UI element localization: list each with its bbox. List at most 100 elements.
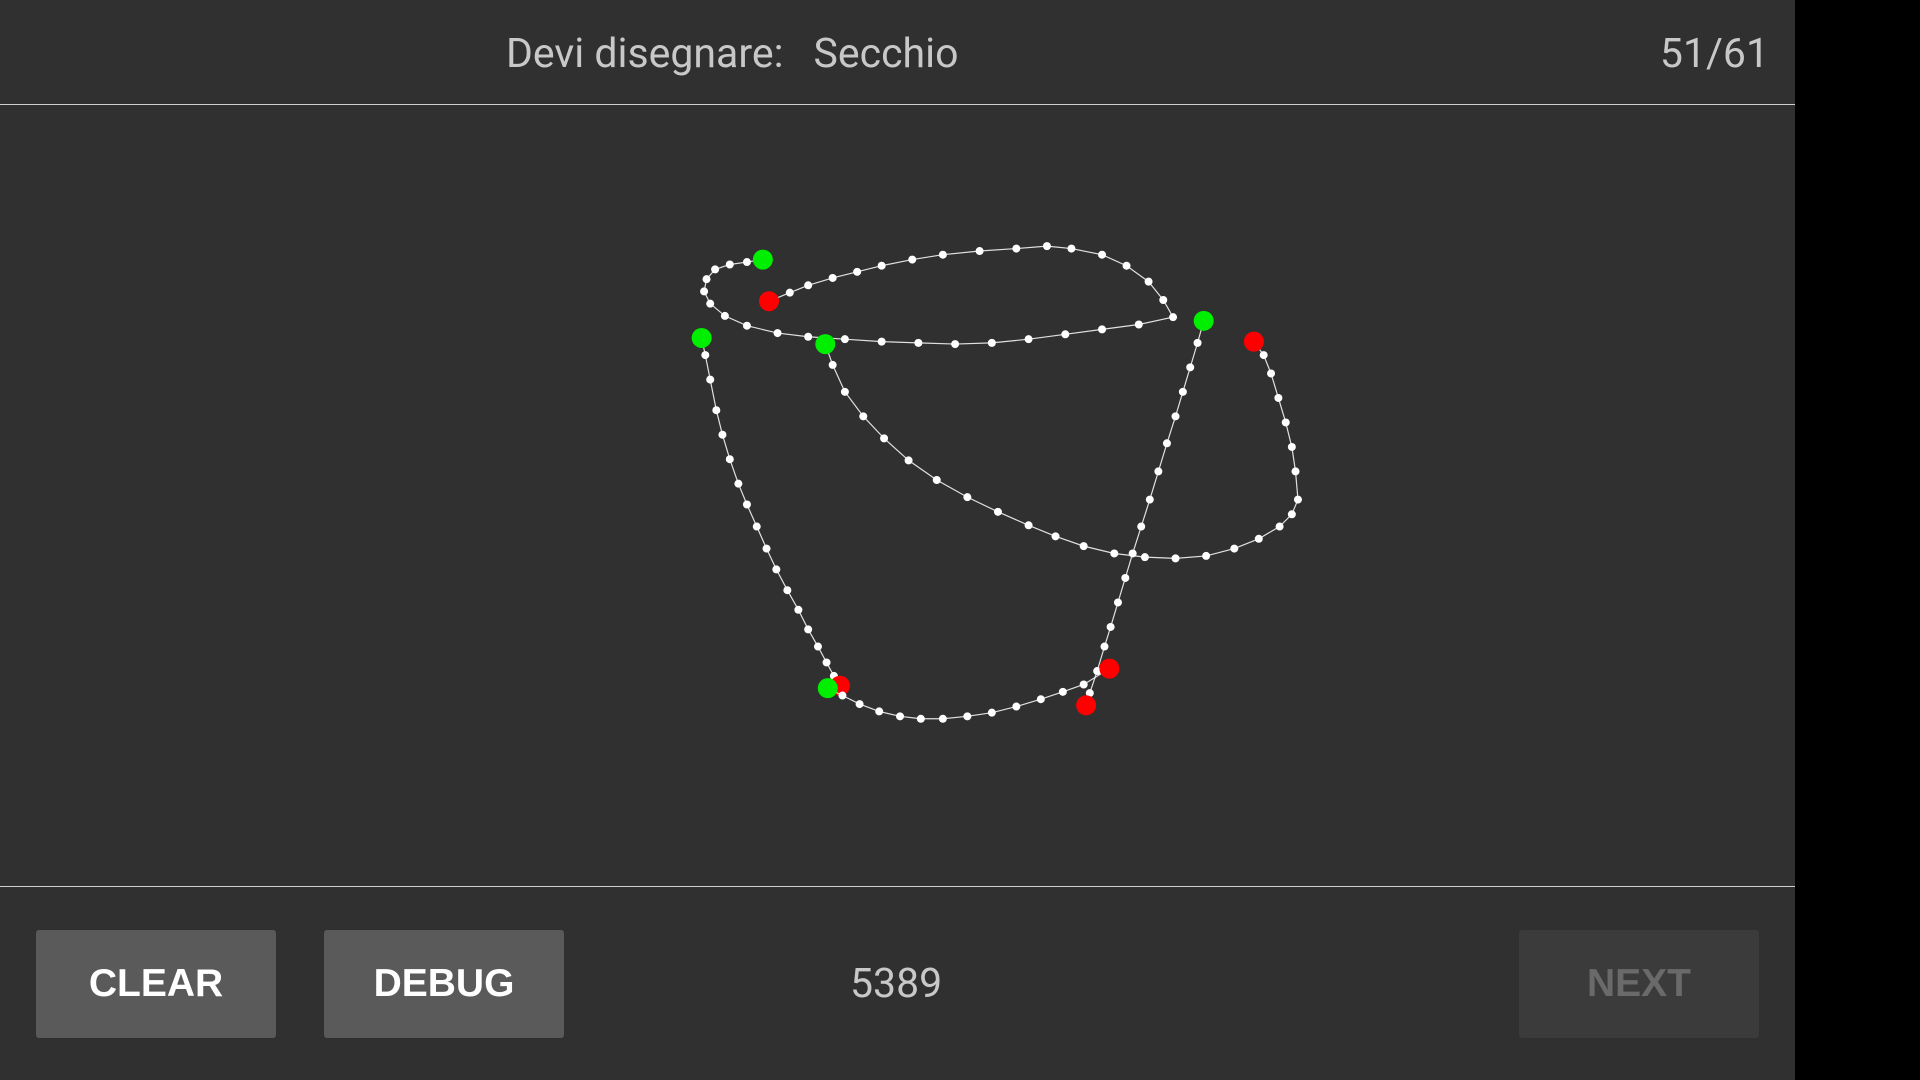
stroke-point bbox=[914, 338, 923, 347]
stroke-point bbox=[853, 267, 862, 276]
drawing-canvas[interactable] bbox=[0, 106, 1795, 887]
stroke-point bbox=[1162, 439, 1171, 448]
stroke-point bbox=[1012, 702, 1021, 711]
stroke-start-marker bbox=[1193, 310, 1214, 331]
stroke-point bbox=[975, 247, 984, 256]
drawing-prompt: Devi disegnare: Secchio bbox=[506, 0, 958, 108]
stroke-start-marker bbox=[691, 327, 712, 348]
stroke-point bbox=[1293, 495, 1302, 504]
stroke-point bbox=[1140, 553, 1149, 562]
stroke-point bbox=[1186, 363, 1195, 372]
stroke-point bbox=[1144, 277, 1153, 286]
stroke-point bbox=[1113, 598, 1122, 607]
stroke-point bbox=[932, 476, 941, 485]
stroke-point bbox=[838, 691, 847, 700]
stroke-point bbox=[752, 522, 761, 531]
stroke-point bbox=[720, 311, 729, 320]
stroke-point bbox=[1171, 412, 1180, 421]
stroke-point bbox=[896, 712, 905, 721]
footer-bar: CLEAR DEBUG 5389 NEXT bbox=[0, 886, 1795, 1080]
stroke-point bbox=[987, 708, 996, 717]
stroke-point bbox=[702, 275, 711, 284]
app-window: Devi disegnare: Secchio 51/61 CLEAR DEBUG… bbox=[0, 0, 1795, 1080]
stroke-point bbox=[742, 500, 751, 509]
stroke-point bbox=[1134, 320, 1143, 329]
stroke-start-marker bbox=[815, 334, 836, 355]
stroke-point bbox=[938, 714, 947, 723]
sketch-svg[interactable] bbox=[0, 106, 1795, 887]
stroke-point bbox=[908, 255, 917, 264]
stroke-point bbox=[1079, 542, 1088, 551]
stroke-point bbox=[1254, 534, 1263, 543]
stroke-end-marker bbox=[1099, 658, 1120, 679]
stroke-point bbox=[1281, 418, 1290, 427]
stroke-point bbox=[718, 430, 727, 439]
stroke-point bbox=[1267, 369, 1276, 378]
stroke-point bbox=[804, 281, 813, 290]
stroke-point bbox=[951, 340, 960, 349]
score-value: 5389 bbox=[850, 960, 943, 1008]
stroke-end-marker bbox=[758, 291, 779, 312]
stroke-point bbox=[1100, 642, 1109, 651]
stroke-point bbox=[804, 625, 813, 634]
stroke-point bbox=[785, 288, 794, 297]
stroke-point bbox=[1079, 680, 1088, 689]
stroke-point bbox=[963, 712, 972, 721]
prompt-label: Devi disegnare: bbox=[506, 30, 784, 78]
stroke-point bbox=[762, 544, 771, 553]
progress-counter: 51/61 bbox=[1659, 30, 1769, 78]
stroke-point bbox=[859, 412, 868, 421]
stroke-point bbox=[701, 351, 710, 360]
stroke-point bbox=[1024, 521, 1033, 530]
stroke-point bbox=[828, 273, 837, 282]
stroke-point bbox=[1274, 393, 1283, 402]
stroke-point bbox=[804, 332, 813, 341]
stroke-point bbox=[1098, 250, 1107, 259]
stroke-point bbox=[1122, 261, 1131, 270]
stroke-point bbox=[1230, 544, 1239, 553]
stroke-point bbox=[1154, 467, 1163, 476]
stroke-point bbox=[904, 456, 913, 465]
stroke-point bbox=[1036, 695, 1045, 704]
stroke-point bbox=[880, 434, 889, 443]
stroke-point bbox=[773, 329, 782, 338]
stroke-point bbox=[1098, 325, 1107, 334]
stroke-point bbox=[711, 265, 720, 274]
stroke-point bbox=[1128, 549, 1137, 558]
stroke-point bbox=[840, 387, 849, 396]
stroke-point bbox=[1171, 554, 1180, 563]
clear-button[interactable]: CLEAR bbox=[36, 930, 276, 1038]
stroke-point bbox=[1042, 242, 1051, 251]
stroke-point bbox=[1145, 495, 1154, 504]
stroke-point bbox=[1110, 549, 1119, 558]
stroke-point bbox=[1193, 338, 1202, 347]
stroke-point bbox=[772, 565, 781, 574]
stroke-point bbox=[1024, 335, 1033, 344]
stroke-point bbox=[1058, 687, 1067, 696]
stroke-point bbox=[1178, 387, 1187, 396]
stroke-point bbox=[725, 455, 734, 464]
stroke-point bbox=[725, 260, 734, 269]
next-button: NEXT bbox=[1519, 930, 1759, 1038]
stroke-point bbox=[1287, 510, 1296, 519]
stroke-end-marker bbox=[1076, 695, 1097, 716]
stroke-line-4 bbox=[827, 668, 1110, 720]
stroke-point bbox=[1159, 296, 1168, 305]
stroke-point bbox=[1137, 522, 1146, 531]
stroke-start-marker bbox=[752, 249, 773, 270]
stroke-point bbox=[783, 586, 792, 595]
stroke-point bbox=[1259, 351, 1268, 360]
debug-button[interactable]: DEBUG bbox=[324, 930, 564, 1038]
stroke-point bbox=[840, 335, 849, 344]
stroke-point bbox=[828, 360, 837, 369]
stroke-point bbox=[916, 714, 925, 723]
stroke-point bbox=[1051, 532, 1060, 541]
stroke-point bbox=[712, 406, 721, 415]
stroke-point bbox=[855, 700, 864, 709]
stroke-point bbox=[742, 258, 751, 267]
stroke-point bbox=[1067, 244, 1076, 253]
stroke-point bbox=[1121, 573, 1130, 582]
stroke-start-marker bbox=[817, 678, 838, 699]
stroke-point bbox=[1012, 244, 1021, 253]
stroke-point bbox=[742, 321, 751, 330]
